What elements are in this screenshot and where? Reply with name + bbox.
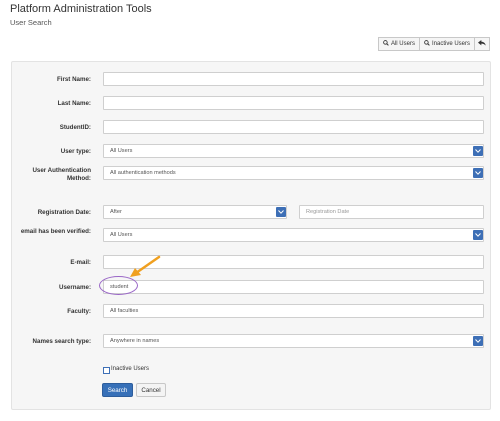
email-verified-value: All Users: [110, 232, 133, 238]
chevron-down-icon[interactable]: [473, 230, 483, 240]
back-arrow-icon: [478, 40, 486, 48]
inactive-users-checkbox[interactable]: [103, 367, 110, 374]
page-subtitle: User Search: [10, 18, 52, 27]
search-icon: [424, 40, 430, 48]
names-search-value: Anywhere in names: [110, 338, 160, 344]
faculty-value: All faculties: [110, 308, 139, 314]
username-input[interactable]: student: [103, 280, 484, 294]
chevron-down-icon[interactable]: [473, 146, 483, 156]
inactive-users-button[interactable]: Inactive Users: [418, 37, 475, 51]
registration-date-input[interactable]: Registration Date: [299, 205, 484, 219]
registration-date-mode-value: After: [110, 209, 122, 215]
search-icon: [383, 40, 389, 48]
chevron-down-icon[interactable]: [473, 168, 483, 178]
first-name-label: First Name:: [56, 76, 91, 83]
faculty-input[interactable]: All faculties: [103, 304, 484, 318]
toolbar: All Users Inactive Users: [377, 37, 490, 51]
inactive-users-checkbox-label: Inactive Users: [111, 366, 150, 372]
user-type-select[interactable]: All Users: [103, 144, 484, 158]
student-id-input[interactable]: [103, 120, 484, 134]
auth-method-select[interactable]: All authentication methods: [103, 166, 484, 180]
last-name-input[interactable]: [103, 96, 484, 110]
email-verified-label: email has been verified:: [20, 228, 91, 235]
faculty-label: Faculty:: [67, 308, 91, 315]
page-title: Platform Administration Tools: [10, 3, 152, 15]
last-name-label: Last Name:: [57, 100, 91, 107]
search-button[interactable]: Search: [102, 383, 133, 397]
names-search-select[interactable]: Anywhere in names: [103, 334, 484, 348]
all-users-label: All Users: [390, 41, 415, 47]
username-label: Username:: [59, 284, 91, 291]
pointer-arrow-icon: [130, 255, 161, 277]
user-type-value: All Users: [110, 148, 133, 154]
all-users-button[interactable]: All Users: [377, 37, 420, 51]
inactive-users-label: Inactive Users: [431, 41, 470, 47]
registration-date-placeholder: Registration Date: [306, 209, 350, 215]
student-id-label: StudentID:: [59, 124, 91, 131]
back-button[interactable]: [474, 37, 490, 51]
auth-method-label: User Authentication Method:: [32, 167, 91, 182]
search-form-panel: First Name: Last Name: StudentID: User t…: [11, 61, 491, 410]
names-search-label: Names search type:: [32, 338, 91, 345]
cancel-button[interactable]: Cancel: [136, 383, 166, 397]
first-name-input[interactable]: [103, 72, 484, 86]
chevron-down-icon[interactable]: [473, 336, 483, 346]
email-verified-select[interactable]: All Users: [103, 228, 484, 242]
registration-date-mode-select[interactable]: After: [103, 205, 287, 219]
user-type-label: User type:: [60, 148, 91, 155]
auth-method-value: All authentication methods: [110, 170, 176, 176]
email-label: E-mail:: [70, 259, 91, 266]
registration-date-label: Registration Date:: [37, 209, 91, 216]
chevron-down-icon[interactable]: [276, 207, 286, 217]
